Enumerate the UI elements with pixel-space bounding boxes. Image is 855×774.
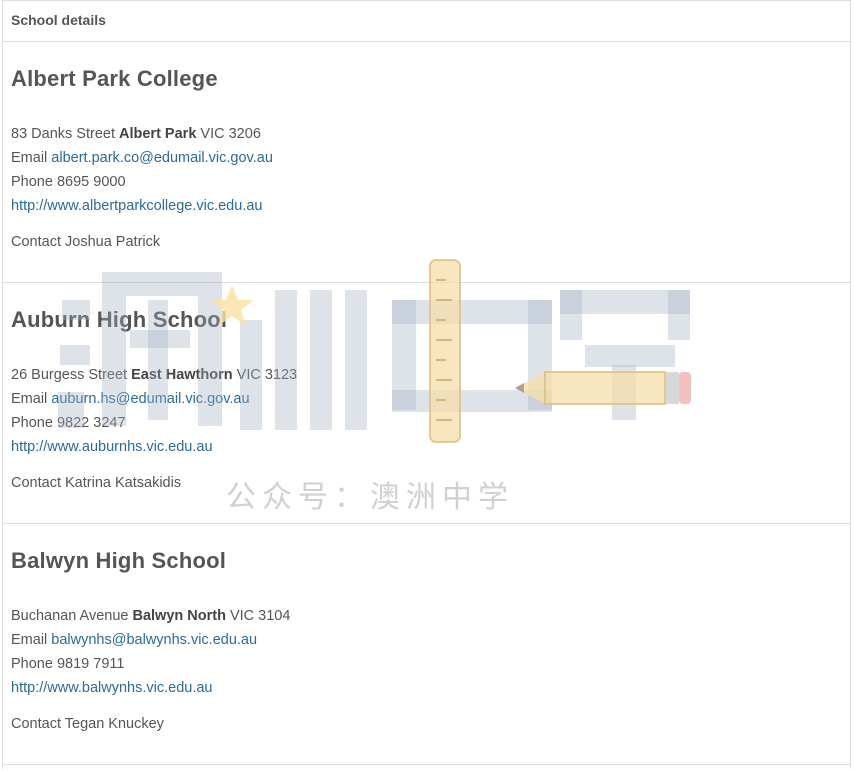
panel-title: School details xyxy=(11,12,106,28)
phone-number: 8695 9000 xyxy=(56,174,126,190)
phone-line: Phone 9822 3247 xyxy=(11,411,850,435)
contact-label: Contact xyxy=(11,234,61,250)
suburb: East Hawthorn xyxy=(131,367,233,383)
contact-name: Joshua Patrick xyxy=(65,234,161,250)
email-line: Email balwynhs@balwynhs.vic.edu.au xyxy=(11,628,850,652)
email-label: Email xyxy=(11,150,48,166)
phone-number: 9822 3247 xyxy=(56,415,126,431)
school-details-panel: School details Albert Park College 83 Da… xyxy=(2,0,851,769)
contact-line: Contact Tegan Knuckey xyxy=(11,716,850,732)
school-card: Balwyn High School Buchanan Avenue Balwy… xyxy=(3,524,850,765)
contact-label: Contact xyxy=(11,716,61,732)
address-line: Buchanan Avenue Balwyn North VIC 3104 xyxy=(11,604,850,628)
website-line: http://www.balwynhs.vic.edu.au xyxy=(11,676,850,700)
email-link[interactable]: albert.park.co@edumail.vic.gov.au xyxy=(51,150,273,166)
school-details: 83 Danks Street Albert Park VIC 3206 Ema… xyxy=(11,122,850,218)
email-link[interactable]: balwynhs@balwynhs.vic.edu.au xyxy=(51,632,257,648)
email-line: Email albert.park.co@edumail.vic.gov.au xyxy=(11,146,850,170)
school-details: Buchanan Avenue Balwyn North VIC 3104 Em… xyxy=(11,604,850,700)
phone-number: 9819 7911 xyxy=(56,656,125,672)
website-link[interactable]: http://www.balwynhs.vic.edu.au xyxy=(11,680,213,696)
phone-label: Phone xyxy=(11,174,53,190)
phone-line: Phone 8695 9000 xyxy=(11,170,850,194)
contact-label: Contact xyxy=(11,475,61,491)
address-line: 83 Danks Street Albert Park VIC 3206 xyxy=(11,122,850,146)
street: 83 Danks Street xyxy=(11,126,115,142)
email-link[interactable]: auburn.hs@edumail.vic.gov.au xyxy=(51,391,249,407)
school-name: Balwyn High School xyxy=(11,548,227,573)
school-name: Albert Park College xyxy=(11,66,218,91)
contact-name: Tegan Knuckey xyxy=(64,716,164,732)
email-label: Email xyxy=(11,391,48,407)
street: 26 Burgess Street xyxy=(11,367,128,383)
contact-name: Katrina Katsakidis xyxy=(65,475,182,491)
website-link[interactable]: http://www.auburnhs.vic.edu.au xyxy=(11,439,213,455)
address-line: 26 Burgess Street East Hawthorn VIC 3123 xyxy=(11,363,850,387)
website-line: http://www.albertparkcollege.vic.edu.au xyxy=(11,194,850,218)
suburb: Albert Park xyxy=(119,126,197,142)
school-name: Auburn High School xyxy=(11,307,228,332)
street: Buchanan Avenue xyxy=(11,608,129,624)
website-line: http://www.auburnhs.vic.edu.au xyxy=(11,435,850,459)
contact-line: Contact Joshua Patrick xyxy=(11,234,850,250)
state-postcode: VIC 3123 xyxy=(236,367,298,383)
school-card: Auburn High School 26 Burgess Street Eas… xyxy=(3,283,850,524)
suburb: Balwyn North xyxy=(132,608,226,624)
panel-header: School details xyxy=(3,1,850,42)
phone-label: Phone xyxy=(11,656,53,672)
email-label: Email xyxy=(11,632,48,648)
school-card: Albert Park College 83 Danks Street Albe… xyxy=(3,42,850,283)
email-line: Email auburn.hs@edumail.vic.gov.au xyxy=(11,387,850,411)
state-postcode: VIC 3104 xyxy=(229,608,291,624)
website-link[interactable]: http://www.albertparkcollege.vic.edu.au xyxy=(11,198,262,214)
school-details: 26 Burgess Street East Hawthorn VIC 3123… xyxy=(11,363,850,459)
contact-line: Contact Katrina Katsakidis xyxy=(11,475,850,491)
state-postcode: VIC 3206 xyxy=(200,126,261,142)
phone-label: Phone xyxy=(11,415,53,431)
phone-line: Phone 9819 7911 xyxy=(11,652,850,676)
